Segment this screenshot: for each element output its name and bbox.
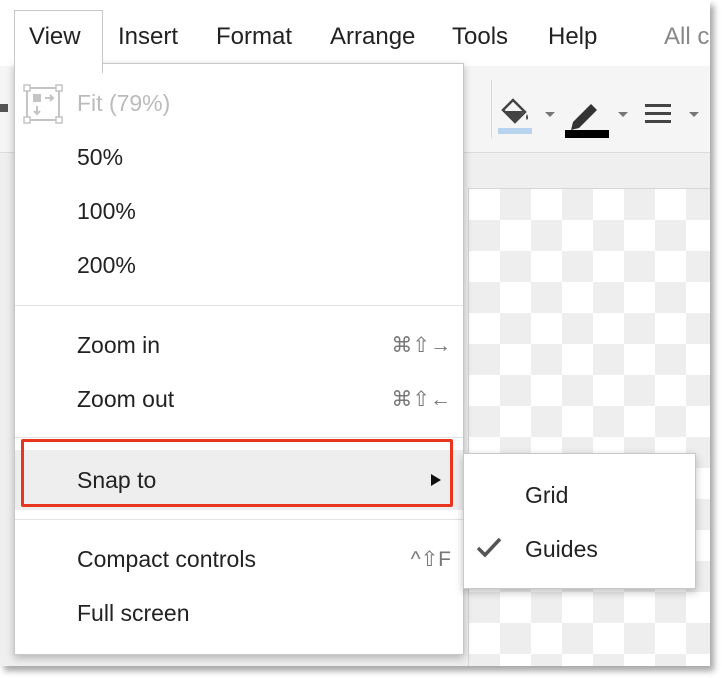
menu-option-zoom-in-label: Zoom in	[77, 332, 161, 358]
compact-controls-shortcut: ^⇧F	[410, 548, 451, 571]
menu-option-zoom-in[interactable]: Zoom in ⌘⇧→	[15, 320, 463, 370]
menu-option-compact-controls[interactable]: Compact controls ^⇧F	[15, 534, 463, 584]
menu-option-fit: Fit (79%)	[15, 78, 463, 128]
menu-separator	[15, 305, 463, 306]
menu-view[interactable]: View	[29, 22, 81, 52]
submenu-option-grid-label: Grid	[525, 482, 569, 508]
drawing-canvas[interactable]	[468, 188, 710, 666]
line-weight-icon[interactable]	[645, 102, 673, 126]
app-window: View Insert Format Arrange Tools Help Al…	[0, 0, 710, 666]
submenu-option-guides-label: Guides	[525, 536, 598, 562]
toolbar-divider	[491, 80, 492, 138]
menu-arrange[interactable]: Arrange	[330, 22, 415, 52]
menu-option-zoom-out-label: Zoom out	[77, 386, 175, 412]
all-changes-saved-status: All c	[664, 23, 710, 50]
submenu-option-guides[interactable]: Guides	[464, 522, 695, 572]
zoom-out-shortcut: ⌘⇧←	[391, 388, 451, 411]
zoom-in-shortcut: ⌘⇧→	[391, 334, 451, 357]
line-color-icon[interactable]	[565, 96, 609, 138]
menu-option-zoom-out[interactable]: Zoom out ⌘⇧←	[15, 374, 463, 424]
menu-separator	[15, 519, 463, 520]
submenu-option-grid[interactable]: Grid	[464, 468, 695, 518]
fill-color-icon[interactable]	[497, 96, 533, 136]
menu-help[interactable]: Help	[548, 22, 597, 52]
menu-option-full-screen-label: Full screen	[77, 600, 190, 626]
snap-to-highlight-annotation	[21, 439, 453, 507]
menubar: View Insert Format Arrange Tools Help Al…	[0, 0, 710, 73]
toolbar-partial-icon[interactable]	[0, 98, 10, 120]
menu-option-zoom-200-label: 200%	[77, 252, 136, 278]
menu-option-fit-label: Fit (79%)	[77, 90, 171, 116]
menu-option-zoom-200[interactable]: 200%	[15, 240, 463, 290]
menu-tools[interactable]: Tools	[452, 22, 508, 52]
menu-option-full-screen[interactable]: Full screen	[15, 588, 463, 638]
line-color-caret-icon[interactable]	[618, 112, 628, 117]
menu-option-compact-controls-label: Compact controls	[77, 546, 256, 572]
checkmark-icon	[476, 537, 502, 558]
fill-color-caret-icon[interactable]	[545, 112, 555, 117]
fit-to-window-icon	[23, 84, 63, 124]
menu-option-zoom-100[interactable]: 100%	[15, 186, 463, 236]
menu-separator	[15, 437, 463, 438]
menu-option-zoom-50[interactable]: 50%	[15, 132, 463, 182]
menu-insert[interactable]: Insert	[118, 22, 178, 52]
menu-option-zoom-50-label: 50%	[77, 144, 124, 170]
view-menu-dropdown: Fit (79%) 50% 100% 200% Zoom in ⌘⇧→ Zoom…	[14, 63, 464, 655]
snap-to-submenu: Grid Guides	[463, 453, 696, 589]
line-weight-caret-icon[interactable]	[689, 112, 699, 117]
menu-option-zoom-100-label: 100%	[77, 198, 136, 224]
menu-format[interactable]: Format	[216, 22, 292, 52]
